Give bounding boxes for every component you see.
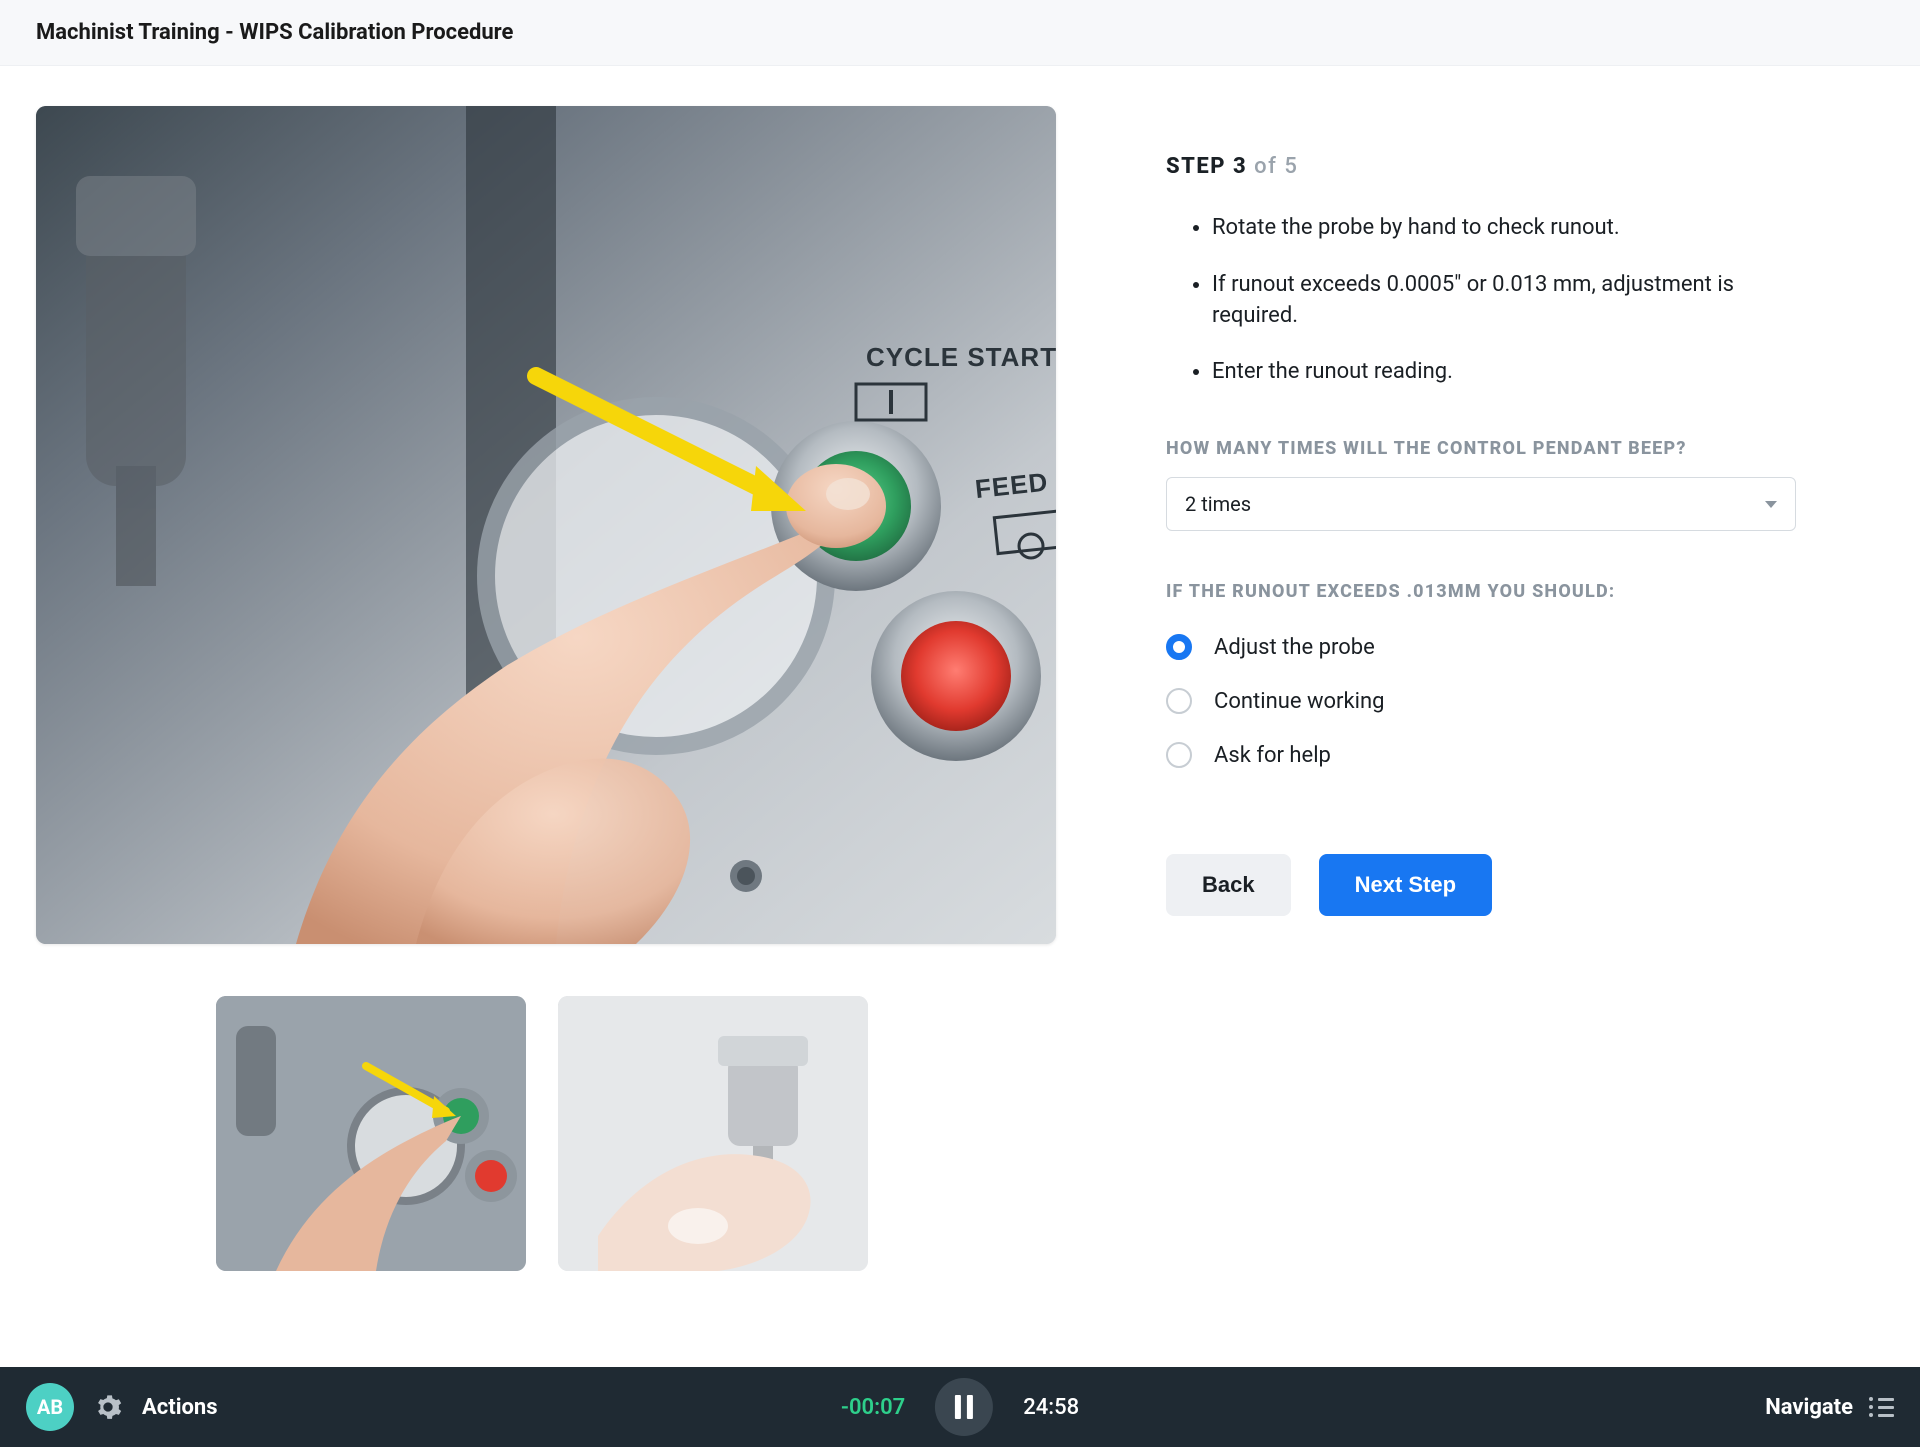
content-area: CYCLE START FEED HOLD	[0, 66, 1920, 1321]
footer-playback: -00:07 24:58	[841, 1378, 1079, 1436]
question-runout: IF THE RUNOUT EXCEEDS .013MM YOU SHOULD:…	[1166, 581, 1796, 782]
instruction-item: Rotate the probe by hand to check runout…	[1212, 213, 1796, 244]
step-heading: STEP 3 of 5	[1166, 154, 1796, 179]
footer-bar: AB Actions -00:07 24:58 Navigate	[0, 1367, 1920, 1447]
media-column: CYCLE START FEED HOLD	[36, 106, 1056, 1271]
panel-label-cycle-start: CYCLE START	[866, 342, 1056, 372]
actions-menu[interactable]: Actions	[142, 1395, 218, 1420]
radio-label: Continue working	[1214, 689, 1385, 714]
navigate-menu[interactable]: Navigate	[1765, 1395, 1853, 1420]
step-panel: STEP 3 of 5 Rotate the probe by hand to …	[1166, 106, 1796, 1271]
radio-icon	[1166, 634, 1192, 660]
next-step-button[interactable]: Next Step	[1319, 854, 1492, 916]
page-title: Machinist Training - WIPS Calibration Pr…	[36, 20, 1884, 45]
step-of-total: of 5	[1247, 154, 1298, 179]
main-training-image: CYCLE START FEED HOLD	[36, 106, 1056, 944]
instruction-item: Enter the runout reading.	[1212, 357, 1796, 388]
question-beep-label: HOW MANY TIMES WILL THE CONTROL PENDANT …	[1166, 438, 1796, 459]
header-bar: Machinist Training - WIPS Calibration Pr…	[0, 0, 1920, 66]
radio-label: Adjust the probe	[1214, 635, 1375, 660]
beep-count-value: 2 times	[1185, 492, 1251, 516]
time-negative: -00:07	[841, 1395, 905, 1420]
chevron-down-icon	[1765, 501, 1777, 508]
pause-icon	[955, 1395, 973, 1419]
cnc-panel-illustration: CYCLE START FEED HOLD	[36, 106, 1056, 944]
question-runout-label: IF THE RUNOUT EXCEEDS .013MM YOU SHOULD:	[1166, 581, 1796, 602]
thumbnail-1[interactable]	[216, 996, 526, 1271]
radio-icon	[1166, 688, 1192, 714]
radio-adjust-probe[interactable]: Adjust the probe	[1166, 620, 1796, 674]
footer-right: Navigate	[1765, 1395, 1894, 1420]
instruction-list: Rotate the probe by hand to check runout…	[1166, 213, 1796, 388]
radio-ask-help[interactable]: Ask for help	[1166, 728, 1796, 782]
pause-button[interactable]	[935, 1378, 993, 1436]
thumbnail-2[interactable]	[558, 996, 868, 1271]
radio-icon	[1166, 742, 1192, 768]
back-button[interactable]: Back	[1166, 854, 1291, 916]
instruction-item: If runout exceeds 0.0005" or 0.013 mm, a…	[1212, 270, 1796, 332]
list-icon[interactable]	[1869, 1397, 1894, 1417]
beep-count-select[interactable]: 2 times	[1166, 477, 1796, 531]
step-nav-buttons: Back Next Step	[1166, 854, 1796, 916]
time-total: 24:58	[1023, 1395, 1079, 1420]
avatar[interactable]: AB	[26, 1383, 74, 1431]
radio-label: Ask for help	[1214, 743, 1331, 768]
thumbnail-row	[36, 996, 1056, 1271]
footer-left: AB Actions	[26, 1383, 218, 1431]
question-beep: HOW MANY TIMES WILL THE CONTROL PENDANT …	[1166, 438, 1796, 531]
runout-radio-group: Adjust the probe Continue working Ask fo…	[1166, 620, 1796, 782]
gear-icon[interactable]	[94, 1393, 122, 1421]
radio-continue-working[interactable]: Continue working	[1166, 674, 1796, 728]
step-number: STEP 3	[1166, 154, 1247, 179]
